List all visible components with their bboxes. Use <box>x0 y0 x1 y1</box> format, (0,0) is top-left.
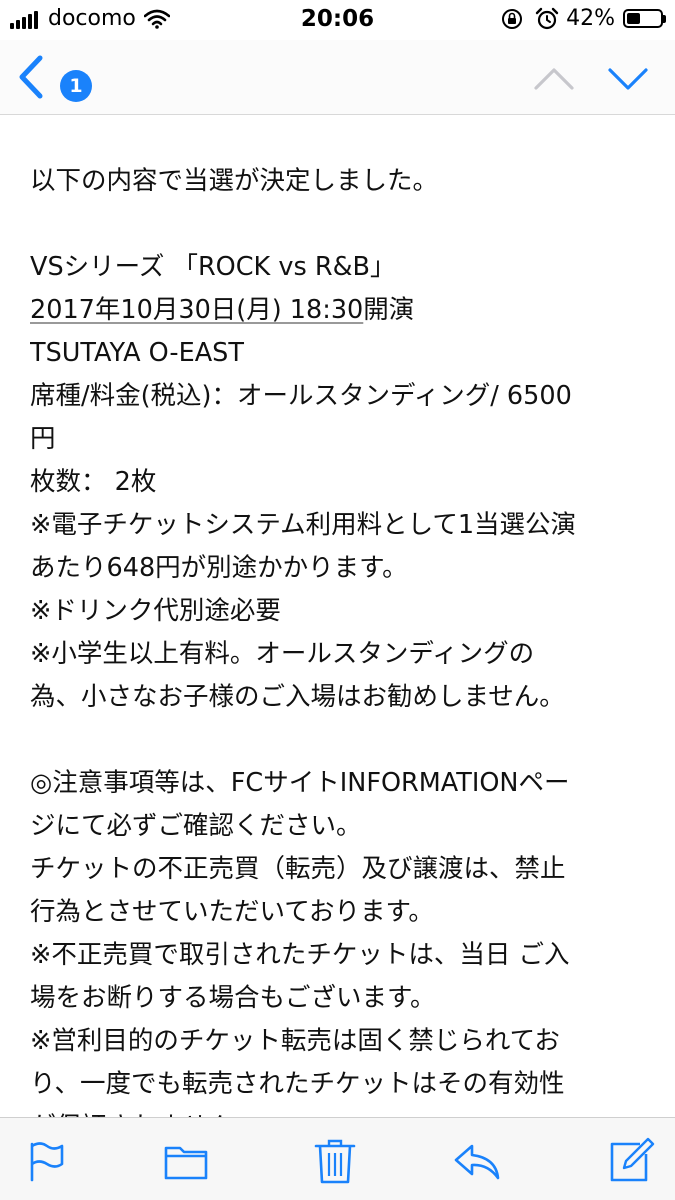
back-button[interactable]: 1 <box>8 50 98 104</box>
fee-note-line-1: ※電子チケットシステム利用料として1当選公演 <box>30 510 577 540</box>
mail-screen: docomo 20:06 42% 1 以下の内容で当選が決定しました。 VSシリ… <box>0 0 675 1200</box>
children-note-line-1: ※小学生以上有料。オールスタンディングの <box>30 639 535 669</box>
battery-percentage: 42% <box>566 6 615 31</box>
unread-count-badge: 1 <box>60 70 92 102</box>
status-right: 42% <box>500 6 666 31</box>
seat-price-line-2: 円 <box>30 424 56 454</box>
event-date-link[interactable]: 2017年10月30日(月) 18:30 <box>30 295 363 325</box>
mail-nav-bar: 1 <box>0 40 675 115</box>
flag-button[interactable] <box>22 1136 72 1186</box>
rotation-lock-icon <box>502 8 523 29</box>
trash-button[interactable] <box>310 1136 360 1186</box>
fraud-line-2: 場をお断りする場合もございます。 <box>30 983 436 1013</box>
mail-body: 以下の内容で当選が決定しました。 VSシリーズ 「ROCK vs R&B」 20… <box>30 160 650 1130</box>
event-date-suffix: 開演 <box>363 295 415 325</box>
mail-toolbar <box>0 1117 675 1200</box>
move-to-folder-button[interactable] <box>162 1136 212 1186</box>
trash-icon <box>314 1139 356 1184</box>
fee-note-line-2: あたり648円が別途かかります。 <box>30 553 408 583</box>
compose-button[interactable] <box>606 1136 656 1186</box>
event-venue: TSUTAYA O-EAST <box>30 338 244 368</box>
fraud-line-1: ※不正売買で取引されたチケットは、当日 ご入 <box>30 940 570 970</box>
flag-icon <box>30 1142 64 1182</box>
chevron-down-icon <box>608 68 648 90</box>
next-message-button[interactable] <box>604 58 652 98</box>
alarm-icon <box>535 7 559 29</box>
children-note-line-2: 為、小さなお子様のご入場はお勧めしません。 <box>30 682 565 712</box>
seat-price-line-1: 席種/料金(税込)：オールスタンディング/ 6500 <box>30 381 572 411</box>
profit-line-1: ※営利目的のチケット転売は固く禁じられてお <box>30 1026 560 1056</box>
chevron-left-icon <box>19 55 43 99</box>
compose-icon <box>610 1137 655 1182</box>
folder-icon <box>164 1146 208 1180</box>
battery-level <box>627 13 640 24</box>
status-bar: docomo 20:06 42% <box>0 0 675 40</box>
resale-line-1: チケットの不正売買（転売）及び譲渡は、禁止 <box>30 854 566 884</box>
caution-line-1: ◎注意事項等は、FCサイトINFORMATIONペー <box>30 768 570 798</box>
event-date-line: 2017年10月30日(月) 18:30開演 <box>30 289 650 332</box>
event-title: VSシリーズ 「ROCK vs R&B」 <box>30 252 396 282</box>
profit-line-2: り、一度でも転売されたチケットはその有効性 <box>30 1069 565 1099</box>
reply-button[interactable] <box>452 1136 502 1186</box>
resale-line-2: 行為とさせていただいております。 <box>30 897 434 927</box>
previous-message-button[interactable] <box>530 58 578 98</box>
reply-icon <box>454 1144 500 1180</box>
ticket-count: 枚数： 2枚 <box>30 467 157 497</box>
battery-icon <box>623 9 666 28</box>
drink-note: ※ドリンク代別途必要 <box>30 596 281 626</box>
intro-text: 以下の内容で当選が決定しました。 <box>30 166 439 196</box>
chevron-up-icon <box>534 68 574 90</box>
caution-line-2: ジにて必ずご確認ください。 <box>30 811 362 841</box>
